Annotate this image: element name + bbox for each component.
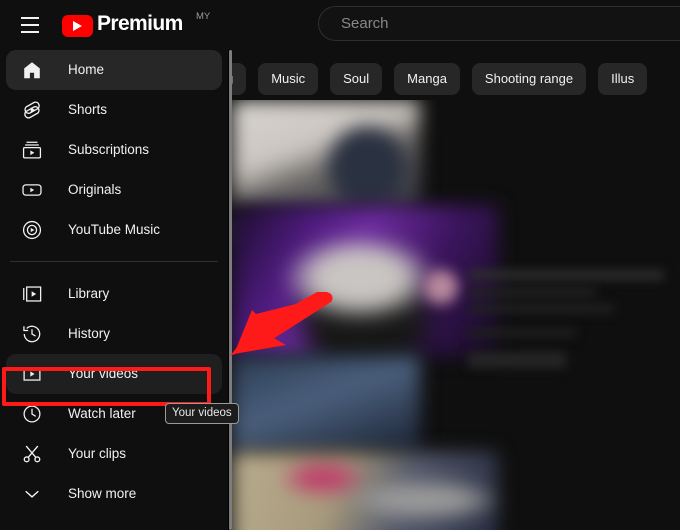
sidebar-item-library[interactable]: Library bbox=[6, 274, 222, 314]
search-input[interactable] bbox=[341, 15, 680, 32]
scrollbar-thumb[interactable] bbox=[229, 50, 232, 530]
youtube-play-icon bbox=[62, 15, 93, 37]
sidebar-item-originals[interactable]: Originals bbox=[6, 170, 222, 210]
sidebar-item-your-clips[interactable]: Your clips bbox=[6, 434, 222, 474]
navigation-sidebar[interactable]: Home Shorts Subscriptions Originals YouT… bbox=[0, 50, 228, 530]
sidebar-divider bbox=[10, 261, 218, 262]
watch-later-icon bbox=[20, 402, 44, 426]
video-feed[interactable] bbox=[232, 100, 680, 530]
hamburger-line bbox=[21, 17, 39, 19]
chip-music[interactable]: Music bbox=[258, 63, 319, 95]
hamburger-menu-icon[interactable] bbox=[15, 10, 45, 40]
sidebar-item-show-more[interactable]: Show more bbox=[6, 474, 222, 514]
category-chip-bar[interactable]: ming Music Soul Manga Shooting range Ill… bbox=[232, 55, 680, 100]
tooltip: Your videos bbox=[165, 403, 239, 424]
originals-icon bbox=[20, 178, 44, 202]
search-box[interactable] bbox=[318, 6, 680, 41]
chip-shooting-range[interactable]: Shooting range bbox=[471, 63, 587, 95]
chip-illustration[interactable]: Illus bbox=[598, 63, 648, 95]
chip-soul[interactable]: Soul bbox=[330, 63, 383, 95]
sidebar-item-label: Subscriptions bbox=[68, 142, 150, 158]
video-title-placeholder bbox=[468, 270, 664, 280]
youtube-premium-window: Premium MY ming Music Soul Manga Shootin… bbox=[0, 0, 680, 530]
shorts-icon bbox=[20, 98, 44, 122]
sidebar-item-label: Watch later bbox=[68, 406, 136, 422]
sidebar-item-history[interactable]: History bbox=[6, 314, 222, 354]
history-icon bbox=[20, 322, 44, 346]
hamburger-line bbox=[21, 24, 39, 26]
library-icon bbox=[20, 282, 44, 306]
chip-gaming[interactable]: ming bbox=[232, 63, 247, 95]
channel-avatar[interactable] bbox=[424, 270, 458, 304]
sidebar-item-youtube-music[interactable]: YouTube Music bbox=[6, 210, 222, 250]
sidebar-item-subscriptions[interactable]: Subscriptions bbox=[6, 130, 222, 170]
video-channel-placeholder bbox=[468, 288, 596, 297]
chevron-down-icon bbox=[20, 482, 44, 506]
sidebar-item-label: Show more bbox=[68, 486, 137, 502]
logo-wordmark: Premium bbox=[97, 12, 183, 35]
subscriptions-icon bbox=[20, 138, 44, 162]
chip-manga[interactable]: Manga bbox=[394, 63, 460, 95]
your-videos-icon bbox=[20, 362, 44, 386]
page-scrollbar[interactable] bbox=[228, 50, 232, 530]
sidebar-item-label: YouTube Music bbox=[68, 222, 161, 238]
sidebar-item-label: Shorts bbox=[68, 102, 108, 118]
app-header: Premium MY bbox=[0, 0, 680, 50]
chip-row: ming Music Soul Manga Shooting range Ill… bbox=[232, 63, 648, 95]
video-meta-placeholder bbox=[468, 304, 614, 313]
video-thumbnail[interactable] bbox=[232, 100, 420, 206]
sidebar-item-label: Originals bbox=[68, 182, 122, 198]
sidebar-item-label: Library bbox=[68, 286, 110, 302]
video-badge-placeholder bbox=[468, 352, 566, 368]
hamburger-line bbox=[21, 31, 39, 33]
home-icon bbox=[20, 58, 44, 82]
sidebar-item-shorts[interactable]: Shorts bbox=[6, 90, 222, 130]
sidebar-item-label: Home bbox=[68, 62, 105, 78]
sidebar-item-home[interactable]: Home bbox=[6, 50, 222, 90]
sidebar-item-label: Your clips bbox=[68, 446, 127, 462]
video-thumbnail[interactable] bbox=[232, 452, 498, 530]
your-clips-icon bbox=[20, 442, 44, 466]
youtube-music-icon bbox=[20, 218, 44, 242]
video-thumbnail[interactable] bbox=[232, 356, 420, 452]
sidebar-item-your-videos[interactable]: Your videos bbox=[6, 354, 222, 394]
sidebar-item-label: Your videos bbox=[68, 366, 139, 382]
video-meta-placeholder bbox=[468, 328, 576, 337]
sidebar-item-label: History bbox=[68, 326, 111, 342]
video-thumbnail[interactable] bbox=[232, 206, 498, 356]
search-bar[interactable] bbox=[318, 6, 680, 41]
logo-country-code: MY bbox=[196, 11, 211, 22]
